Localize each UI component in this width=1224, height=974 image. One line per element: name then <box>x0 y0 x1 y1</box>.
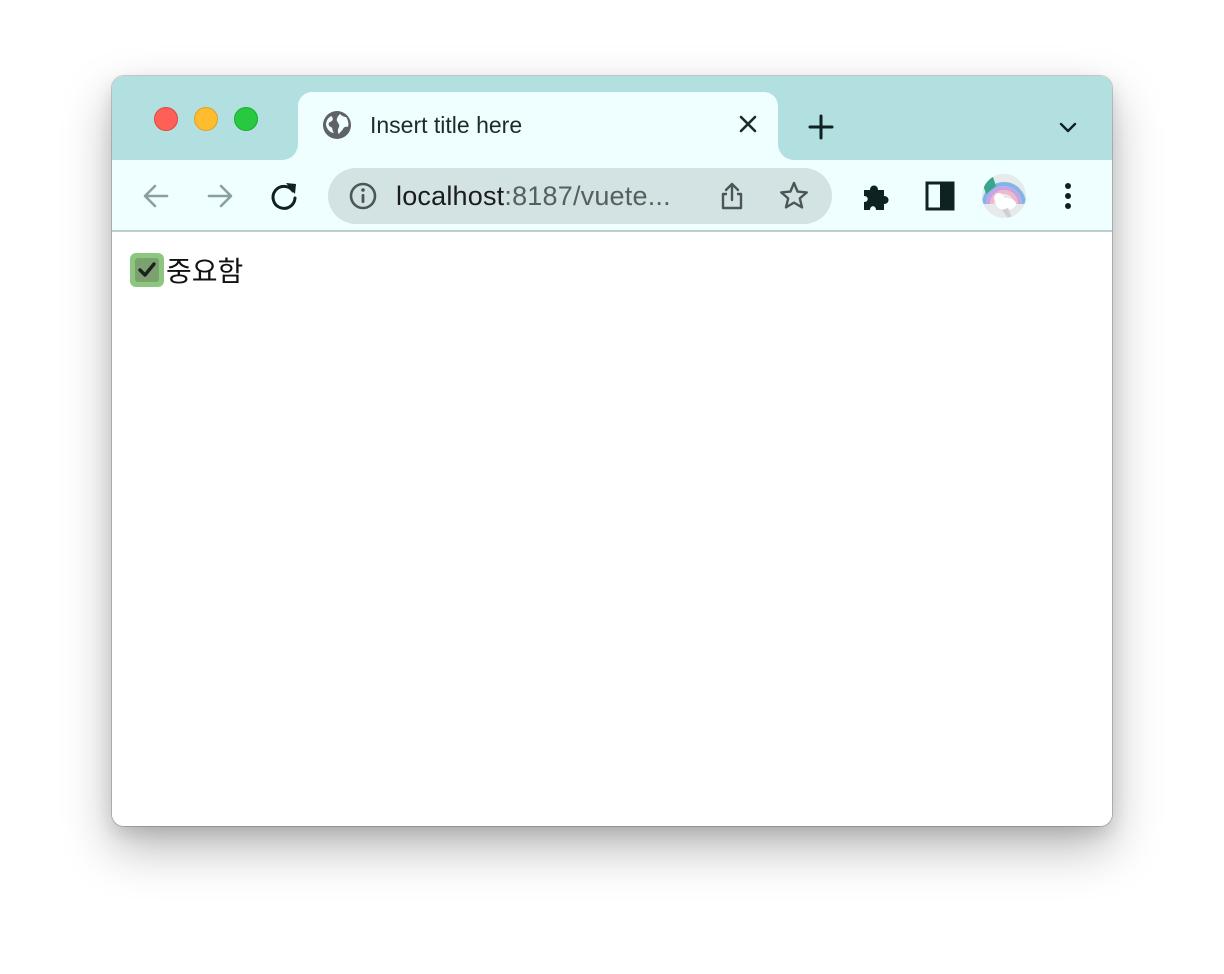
important-field[interactable]: 중요함 <box>130 252 243 288</box>
zoom-window-button[interactable] <box>234 107 258 131</box>
page-content: 중요함 <box>112 232 1112 826</box>
url-text[interactable]: localhost:8187/vuete... <box>396 181 696 212</box>
puzzle-icon[interactable] <box>858 178 894 214</box>
forward-arrow-icon[interactable] <box>202 178 238 214</box>
profile-image <box>982 174 1026 218</box>
globe-icon <box>323 111 351 139</box>
url-host: localhost <box>396 181 505 211</box>
close-window-button[interactable] <box>154 107 178 131</box>
close-tab-icon[interactable] <box>736 112 760 136</box>
chevron-down-icon[interactable] <box>1056 116 1080 140</box>
active-tab[interactable]: Insert title here <box>298 92 778 160</box>
important-checkbox[interactable] <box>130 253 164 287</box>
address-bar[interactable]: localhost:8187/vuete... <box>328 168 832 224</box>
tab-title: Insert title here <box>370 112 523 138</box>
reload-icon[interactable] <box>266 178 302 214</box>
tab-strip: Insert title here <box>112 76 1112 160</box>
avatar[interactable] <box>982 174 1026 218</box>
browser-toolbar: localhost:8187/vuete... <box>112 160 1112 232</box>
new-tab-icon[interactable] <box>806 112 836 142</box>
info-icon[interactable] <box>348 181 378 211</box>
minimize-window-button[interactable] <box>194 107 218 131</box>
browser-window: Insert title here localhost:8187/vuete..… <box>112 76 1112 826</box>
back-arrow-icon[interactable] <box>138 178 174 214</box>
url-path: :8187/vuete... <box>504 181 671 211</box>
checkbox-label: 중요함 <box>166 255 244 288</box>
star-icon[interactable] <box>778 180 810 212</box>
sidepanel-icon[interactable] <box>922 178 958 214</box>
checkmark-icon <box>138 262 156 277</box>
kebab-menu-icon[interactable] <box>1050 178 1086 214</box>
share-icon[interactable] <box>716 180 748 212</box>
